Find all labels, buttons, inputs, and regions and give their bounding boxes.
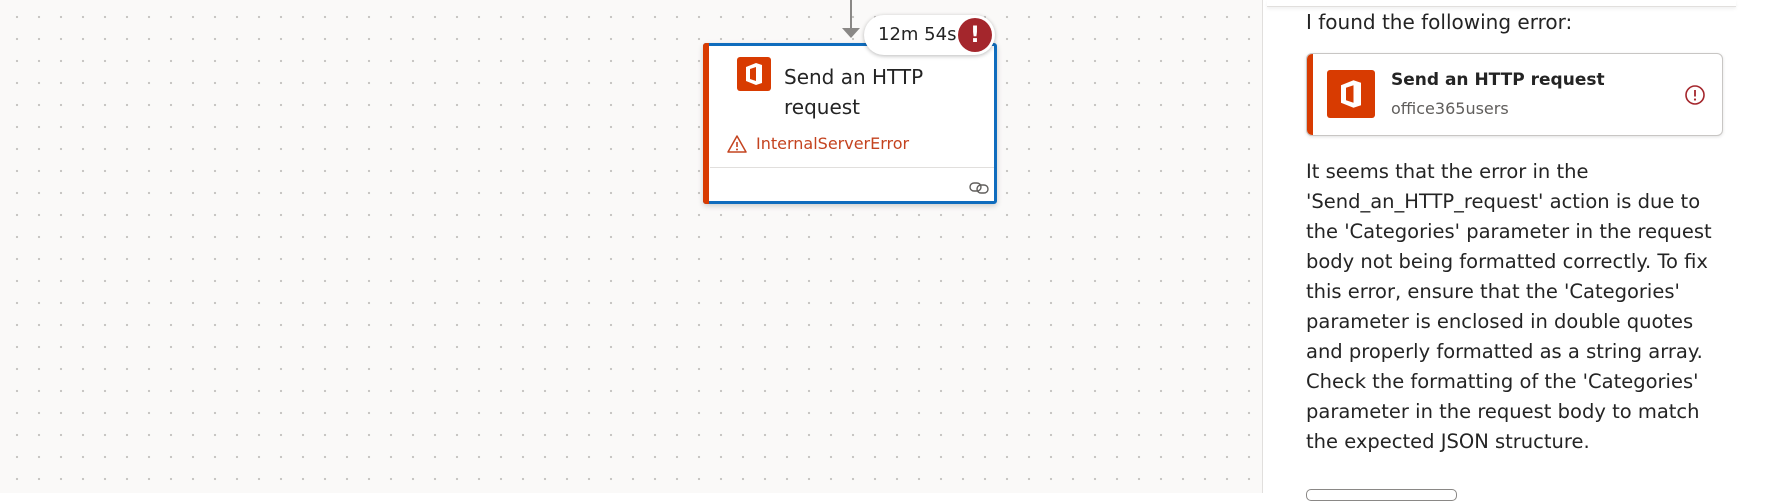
error-explanation-text: It seems that the error in the 'Send_an_… — [1306, 160, 1712, 453]
alert-circle-icon — [1685, 85, 1705, 105]
action-card-send-http-request[interactable]: Send an HTTP request InternalServerError — [703, 43, 997, 204]
office365-icon — [737, 57, 771, 91]
card-divider — [710, 167, 994, 168]
action-card-error: InternalServerError — [727, 134, 909, 154]
panel-intro-text: I found the following error: — [1306, 10, 1573, 34]
warning-icon — [727, 135, 747, 153]
link-icon[interactable] — [969, 179, 989, 197]
connector-arrow-icon — [842, 28, 860, 38]
error-card-title: Send an HTTP request — [1391, 70, 1605, 90]
run-duration-badge: 12m 54s ! — [864, 15, 995, 55]
action-button[interactable] — [1306, 489, 1457, 501]
error-status-bar — [1307, 54, 1313, 135]
error-card-connector: office365users — [1391, 99, 1509, 118]
copilot-panel: I found the following error: Send an HTT… — [1262, 0, 1765, 501]
office365-icon — [1327, 70, 1375, 118]
panel-top-edge — [1267, 0, 1736, 7]
connector-line — [850, 0, 852, 30]
error-action-card[interactable]: Send an HTTP request office365users — [1306, 53, 1723, 136]
duration-label: 12m 54s — [878, 24, 957, 45]
error-text: InternalServerError — [756, 134, 910, 153]
flow-canvas[interactable]: Send an HTTP request InternalServerError… — [0, 0, 1262, 493]
error-status-bar — [703, 43, 709, 204]
error-status-icon: ! — [958, 18, 992, 52]
action-card-title: Send an HTTP request — [784, 65, 924, 119]
